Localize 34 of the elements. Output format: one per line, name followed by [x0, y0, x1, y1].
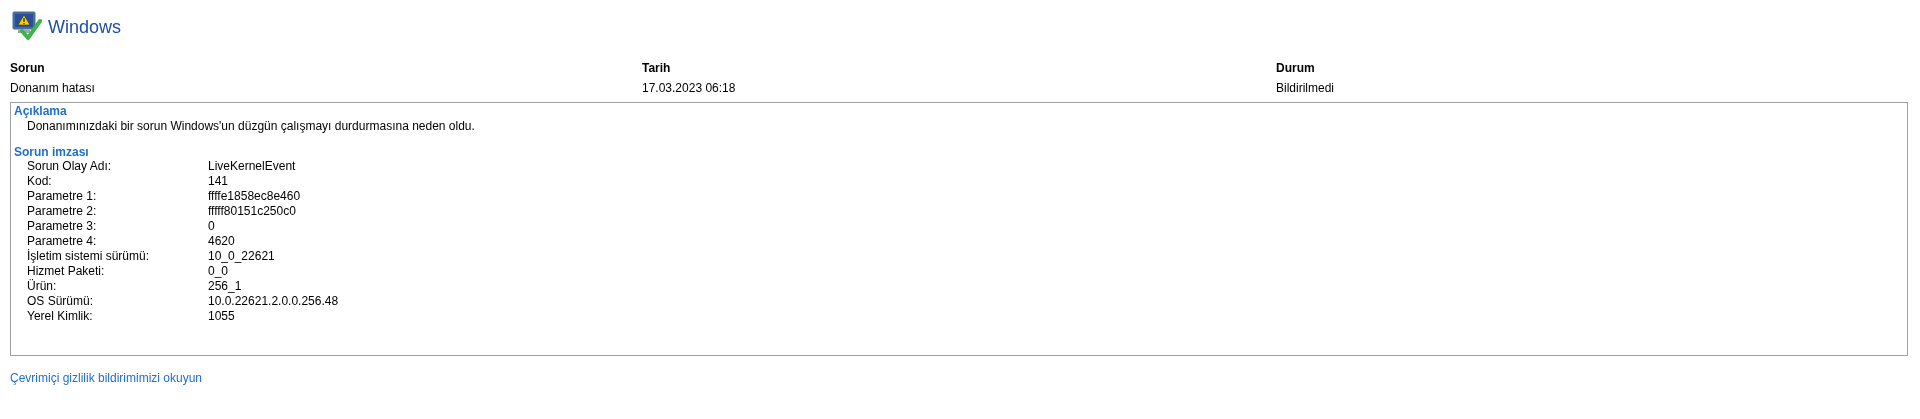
summary-value: Bildirilmedi	[1276, 80, 1335, 97]
signature-label: Hizmet Paketi:	[27, 264, 106, 279]
summary-value: Donanım hatası	[10, 80, 96, 97]
signature-value: 4620	[208, 234, 236, 249]
window-title: Windows	[48, 16, 122, 39]
column-heading: Durum	[1276, 60, 1316, 77]
signature-value: fffff80151c250c0	[208, 204, 297, 219]
signature-label: Ürün:	[27, 279, 58, 294]
signature-value: 141	[208, 174, 230, 189]
signature-value: 10.0.22621.2.0.0.256.48	[208, 294, 340, 309]
privacy-link[interactable]: Çevrimiçi gizlilik bildirimimizi okuyun	[10, 371, 203, 385]
signature-label: Parametre 3:	[27, 219, 98, 234]
signature-value: 0	[208, 219, 216, 234]
summary-value: 17.03.2023 06:18	[642, 80, 737, 97]
signature-value: 0_0	[208, 264, 230, 279]
column-heading: Tarih	[642, 60, 672, 77]
description-text: Donanımınızdaki bir sorun Windows'un düzgün çalışmayı durdurmasına neden oldu.	[26, 118, 476, 134]
section-heading: Sorun imzası	[14, 145, 90, 159]
signature-value: 256_1	[208, 279, 243, 294]
signature-label: OS Sürümü:	[27, 294, 95, 309]
signature-value: LiveKernelEvent	[208, 159, 297, 174]
signature-label: Parametre 2:	[27, 204, 98, 219]
signature-value: 1055	[208, 309, 236, 324]
column-heading: Sorun	[10, 60, 46, 77]
signature-label: Sorun Olay Adı:	[27, 159, 113, 174]
signature-label: Kod:	[27, 174, 53, 189]
monitor-warning-check-icon	[10, 8, 42, 41]
signature-label: Yerel Kimlik:	[27, 309, 94, 324]
signature-value: ffffe1858ec8e460	[208, 189, 302, 204]
signature-label: İşletim sistemi sürümü:	[27, 249, 151, 264]
signature-label: Parametre 1:	[27, 189, 98, 204]
section-heading: Açıklama	[14, 104, 68, 118]
signature-value: 10_0_22621	[208, 249, 276, 264]
signature-label: Parametre 4:	[27, 234, 98, 249]
